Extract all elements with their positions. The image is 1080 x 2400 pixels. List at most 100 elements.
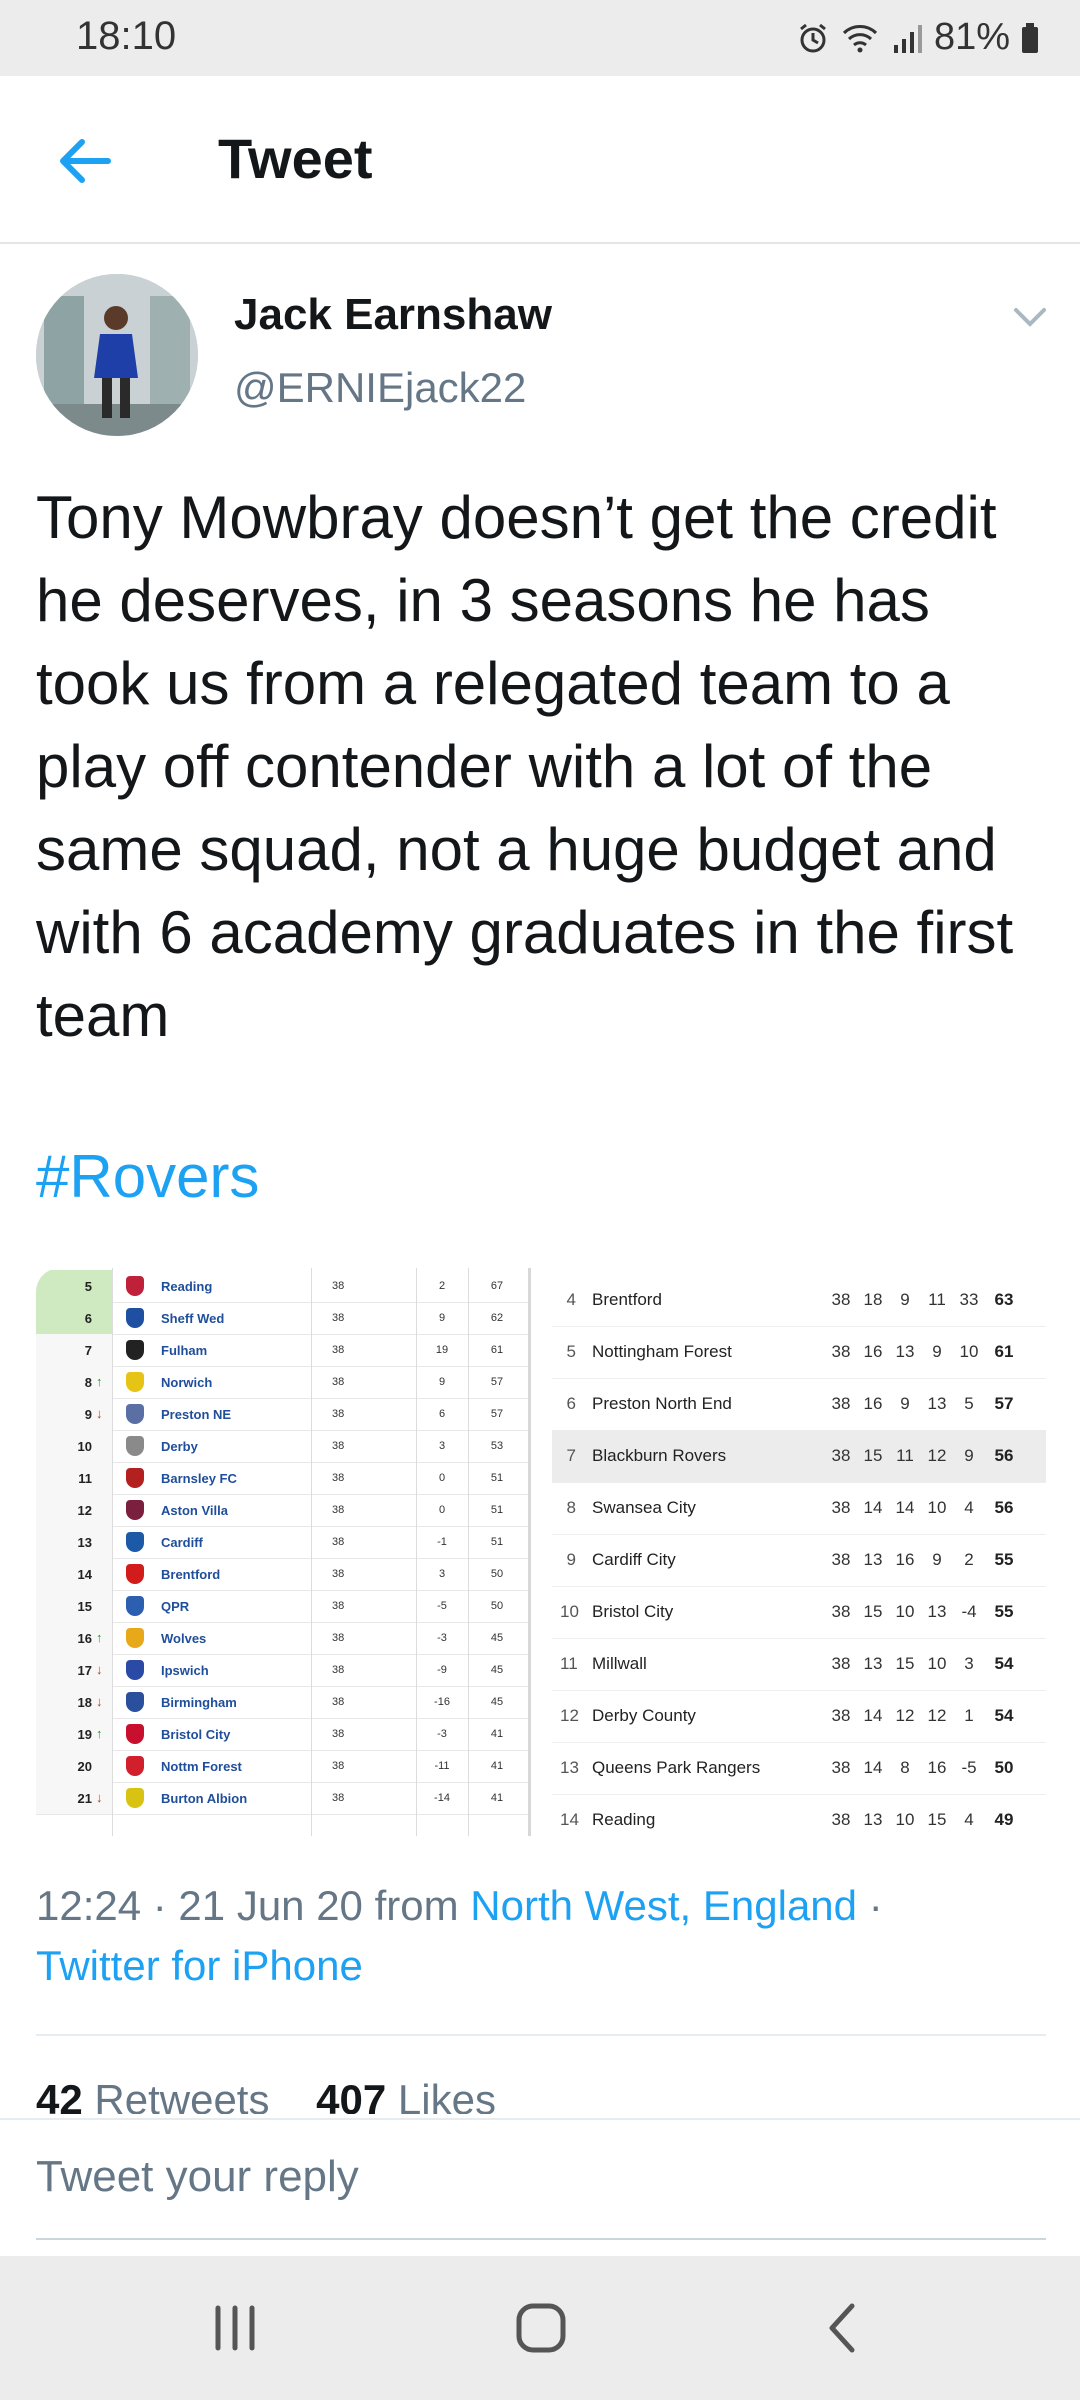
table-row: 17 ↓ Ipswich 38 -9 45 bbox=[36, 1654, 528, 1687]
position: 19 bbox=[77, 1727, 92, 1742]
position: 10 bbox=[560, 1602, 579, 1621]
author-name[interactable]: Jack Earnshaw bbox=[234, 290, 552, 340]
stat-p: 38 bbox=[831, 1602, 851, 1621]
likes-stat[interactable]: 407 Likes bbox=[316, 2076, 496, 2114]
stat-p: 38 bbox=[831, 1706, 851, 1725]
position: 11 bbox=[78, 1471, 92, 1486]
retweets-stat[interactable]: 42 Retweets bbox=[36, 2076, 269, 2114]
points: 50 bbox=[994, 1758, 1014, 1777]
stat-d: 9 bbox=[900, 1394, 910, 1413]
points: 50 bbox=[490, 1600, 504, 1612]
location-link[interactable]: North West, England bbox=[470, 1882, 857, 1929]
stat-l: 9 bbox=[932, 1342, 942, 1361]
stat-w: 13 bbox=[863, 1810, 883, 1829]
goal-difference: 5 bbox=[964, 1394, 974, 1413]
reply-input[interactable]: Tweet your reply bbox=[36, 2152, 359, 2202]
points: 57 bbox=[490, 1408, 504, 1420]
client-link[interactable]: Twitter for iPhone bbox=[36, 1942, 363, 1989]
goal-difference: 33 bbox=[959, 1290, 979, 1309]
table-row: 21 ↓ Burton Albion 38 -14 41 bbox=[36, 1782, 528, 1815]
stat-l: 13 bbox=[927, 1394, 947, 1413]
home-icon[interactable] bbox=[506, 2296, 576, 2360]
position: 9 bbox=[84, 1407, 92, 1422]
retweets-label: Retweets bbox=[94, 2076, 270, 2114]
stat-w: 13 bbox=[863, 1550, 883, 1569]
points: 67 bbox=[490, 1280, 504, 1292]
goal-difference: 3 bbox=[438, 1568, 446, 1580]
points: 53 bbox=[490, 1440, 504, 1452]
points: 45 bbox=[490, 1664, 504, 1676]
table-row: 15 QPR 38 -5 50 bbox=[36, 1590, 528, 1623]
stat-p: 38 bbox=[831, 1810, 851, 1829]
team-name: Preston North End bbox=[592, 1394, 732, 1413]
tweet-stats: 42 Retweets 407 Likes bbox=[36, 2076, 496, 2114]
stat-p: 38 bbox=[831, 1498, 851, 1517]
tweet-media[interactable]: 5 Reading 38 2 67 6 Sheff Wed 38 9 62 7 Fulham 38 19 6… bbox=[36, 1268, 1046, 1836]
played: 38 bbox=[332, 1600, 345, 1612]
avatar-photo bbox=[36, 274, 198, 436]
tweet-text: Tony Mowbray doesn’t get the credit he d… bbox=[36, 484, 1014, 1049]
nav-back-icon[interactable] bbox=[808, 2296, 878, 2360]
goal-difference: 3 bbox=[438, 1440, 446, 1452]
table-row: 7 Blackburn Rovers 38 15 11 12 9 56 bbox=[552, 1430, 1046, 1483]
down-arrow-icon: ↓ bbox=[96, 1406, 103, 1421]
table-row: 14 Brentford 38 3 50 bbox=[36, 1558, 528, 1591]
stat-p: 38 bbox=[831, 1758, 851, 1777]
position: 11 bbox=[560, 1654, 578, 1673]
author-handle[interactable]: @ERNIEjack22 bbox=[234, 364, 526, 412]
points: 41 bbox=[490, 1792, 504, 1804]
likes-count: 407 bbox=[316, 2076, 387, 2114]
stat-w: 15 bbox=[863, 1446, 883, 1465]
retweets-count: 42 bbox=[36, 2076, 83, 2114]
stat-p: 38 bbox=[831, 1550, 851, 1569]
points: 50 bbox=[490, 1568, 504, 1580]
goal-difference: 1 bbox=[964, 1706, 974, 1725]
played: 38 bbox=[332, 1728, 345, 1740]
position: 6 bbox=[84, 1311, 92, 1326]
club-crest-icon bbox=[126, 1692, 144, 1712]
played: 38 bbox=[332, 1760, 345, 1772]
up-arrow-icon: ↑ bbox=[96, 1374, 103, 1389]
team-name: Nottm Forest bbox=[161, 1759, 242, 1774]
alarm-icon bbox=[800, 23, 826, 52]
played: 38 bbox=[332, 1440, 345, 1452]
played: 38 bbox=[332, 1568, 345, 1580]
club-crest-icon bbox=[126, 1724, 144, 1744]
points: 62 bbox=[490, 1312, 504, 1324]
system-nav-bar bbox=[0, 2256, 1080, 2400]
team-name: Queens Park Rangers bbox=[592, 1758, 761, 1777]
points: 63 bbox=[994, 1290, 1014, 1309]
table-row: 13 Cardiff 38 -1 51 bbox=[36, 1526, 528, 1559]
goal-difference: -3 bbox=[437, 1632, 447, 1644]
club-crest-icon bbox=[126, 1660, 144, 1680]
stat-d: 14 bbox=[895, 1498, 915, 1517]
hashtag-link[interactable]: #Rovers bbox=[36, 1142, 259, 1211]
recent-apps-icon[interactable] bbox=[200, 2296, 270, 2360]
goal-difference: 10 bbox=[959, 1342, 979, 1361]
table-row: 4 Brentford 38 18 9 11 33 63 bbox=[552, 1274, 1046, 1327]
column-divider bbox=[416, 1268, 417, 1836]
chevron-down-icon[interactable] bbox=[1010, 300, 1050, 336]
position: 16 bbox=[77, 1631, 92, 1646]
team-name: Cardiff City bbox=[592, 1550, 676, 1569]
down-arrow-icon: ↓ bbox=[96, 1694, 103, 1709]
down-arrow-icon: ↓ bbox=[96, 1662, 103, 1677]
avatar[interactable] bbox=[36, 274, 198, 436]
team-name: Barnsley FC bbox=[161, 1471, 237, 1486]
table-row: 11 Millwall 38 13 15 10 3 54 bbox=[552, 1638, 1046, 1691]
goal-difference: -9 bbox=[437, 1664, 447, 1676]
table-row: 8 ↑ Norwich 38 9 57 bbox=[36, 1366, 528, 1399]
table-row: 16 ↑ Wolves 38 -3 45 bbox=[36, 1622, 528, 1655]
tweet-meta: 12:24 · 21 Jun 20 from North West, Engla… bbox=[36, 1876, 1046, 1996]
stat-l: 12 bbox=[927, 1706, 947, 1725]
stat-p: 38 bbox=[831, 1290, 851, 1309]
goal-difference: 4 bbox=[964, 1810, 974, 1829]
club-crest-icon bbox=[126, 1308, 144, 1328]
team-name: Aston Villa bbox=[161, 1503, 228, 1518]
back-arrow-icon[interactable] bbox=[50, 126, 120, 196]
club-crest-icon bbox=[126, 1276, 144, 1296]
divider bbox=[36, 2034, 1046, 2036]
position: 13 bbox=[560, 1758, 579, 1777]
team-name: Cardiff bbox=[161, 1535, 203, 1550]
table-row: 13 Queens Park Rangers 38 14 8 16 -5 50 bbox=[552, 1742, 1046, 1795]
